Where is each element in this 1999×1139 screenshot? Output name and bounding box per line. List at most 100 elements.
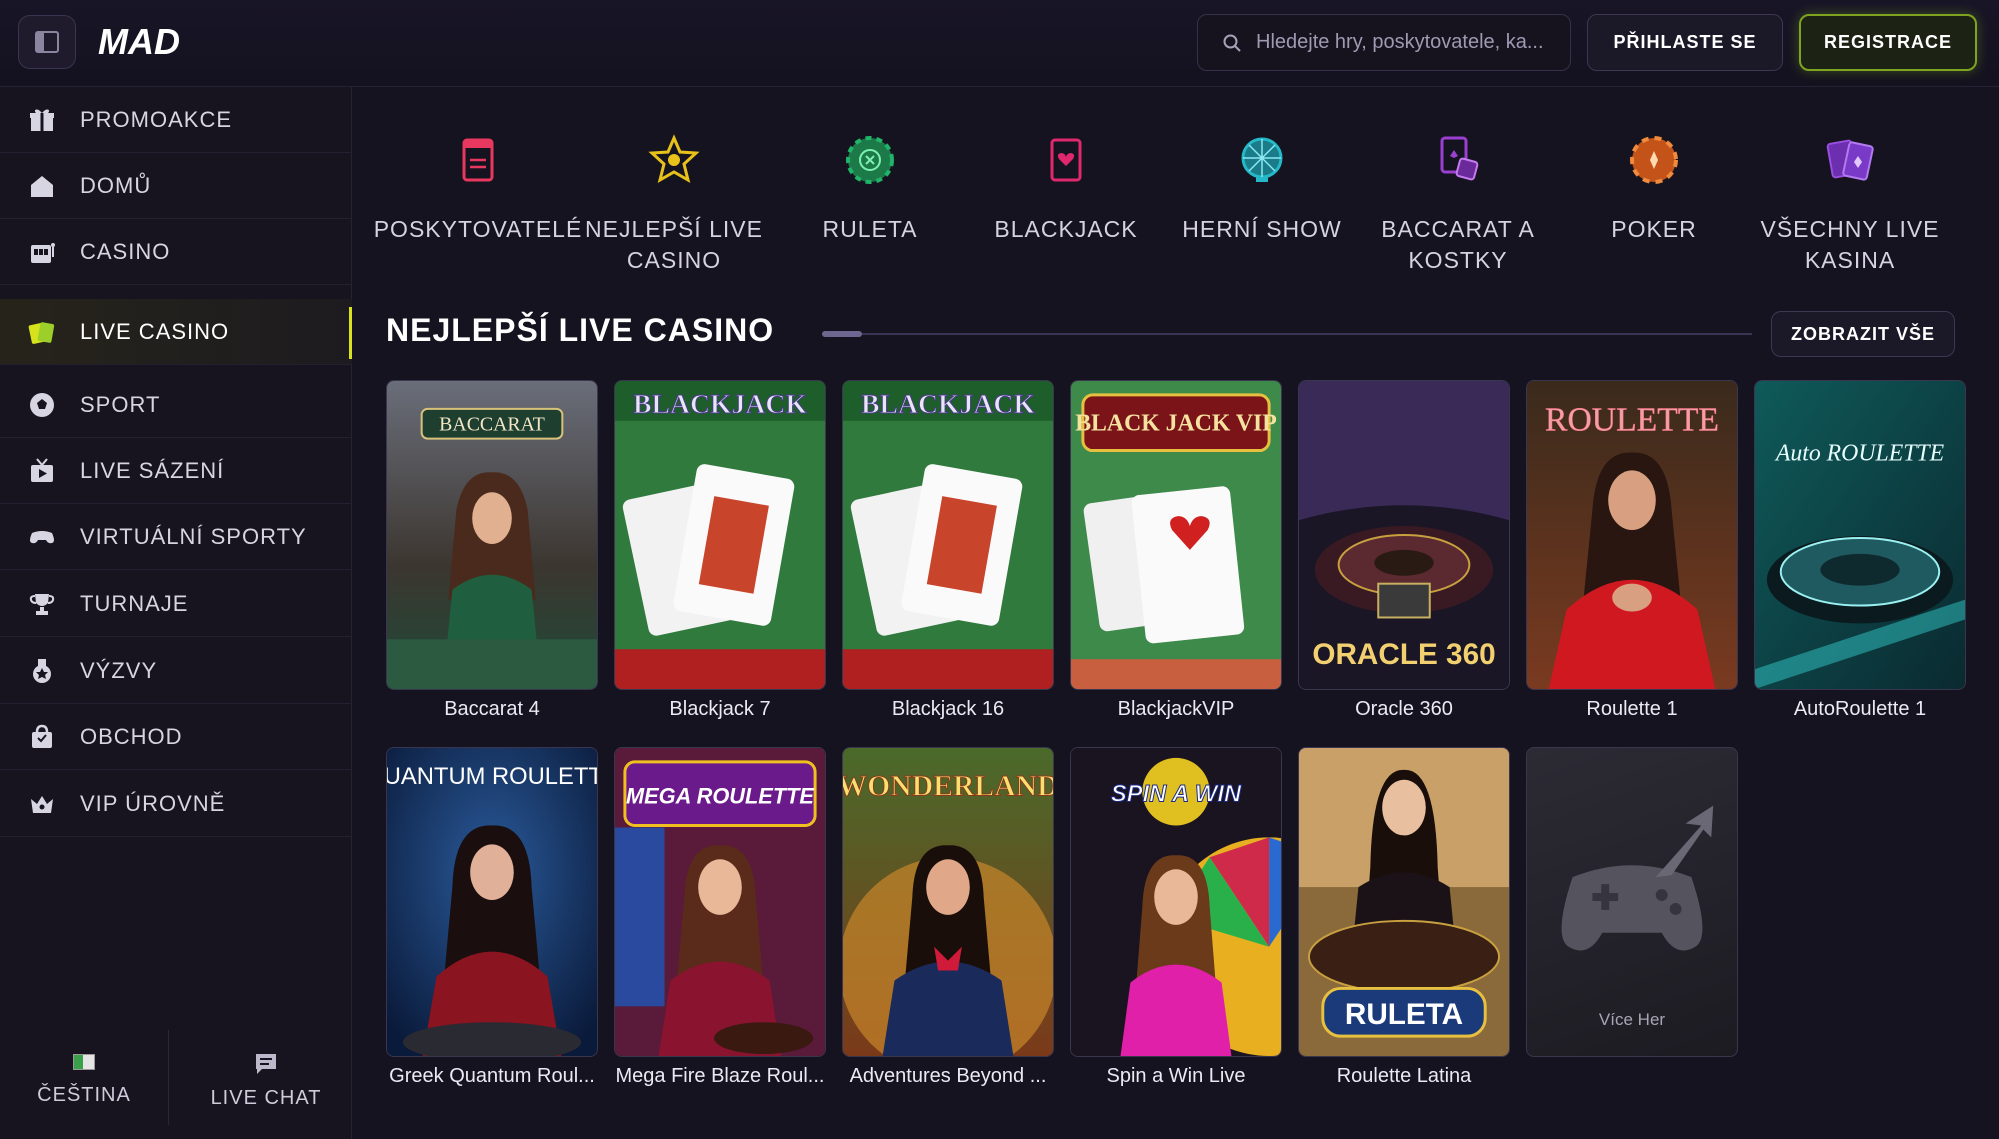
category-herni-show[interactable]: HERNÍ SHOW: [1164, 120, 1360, 290]
svg-text:Auto ROULETTE: Auto ROULETTE: [1774, 440, 1945, 466]
game-thumbnail[interactable]: ROULETTE: [1526, 380, 1738, 690]
game-card-adventures-beyond-wonderland[interactable]: WONDERLAND Adventures Beyond ...: [842, 747, 1054, 1088]
game-thumbnail[interactable]: BLACK JACK VIP: [1070, 380, 1282, 690]
sidebar-panel-icon: [35, 31, 59, 53]
mad-logo[interactable]: MAD: [96, 22, 226, 62]
sidebar-item-label: VIRTUÁLNÍ SPORTY: [80, 523, 307, 549]
register-button[interactable]: REGISTRACE: [1799, 14, 1977, 71]
sidebar-toggle-button[interactable]: [18, 15, 76, 69]
game-card-baccarat-4[interactable]: BACCARAT Baccarat 4: [386, 380, 598, 721]
sidebar-item-sport[interactable]: SPORT: [0, 372, 352, 438]
wheel-icon: [1232, 130, 1292, 190]
category-baccarat-a-kostky[interactable]: BACCARAT A KOSTKY: [1360, 120, 1556, 290]
sidebar-item-label: OBCHOD: [80, 723, 183, 749]
game-thumbnail[interactable]: MEGA ROULETTE: [614, 747, 826, 1057]
login-button[interactable]: PŘIHLASTE SE: [1587, 14, 1783, 71]
search-box[interactable]: [1197, 14, 1571, 71]
category-poker[interactable]: POKER: [1556, 120, 1752, 290]
book-icon: [448, 130, 508, 190]
game-thumbnail[interactable]: BLACKJACK: [842, 380, 1054, 690]
game-title: Roulette 1: [1586, 698, 1678, 720]
game-card-greek-quantum-roulette[interactable]: QUANTUM ROULETTE Greek Quantum Roul...: [386, 747, 598, 1088]
poker-chip-icon: [1624, 130, 1684, 190]
category-ruleta[interactable]: RULETA: [772, 120, 968, 290]
game-card-spin-a-win-live[interactable]: SPIN A WIN Spin a Win Live: [1070, 747, 1282, 1088]
svg-text:SPIN A WIN: SPIN A WIN: [1111, 781, 1242, 808]
game-thumbnail[interactable]: Auto ROULETTE: [1754, 380, 1966, 690]
game-title: AutoRoulette 1: [1793, 698, 1927, 720]
sidebar-item-label: LIVE CASINO: [80, 318, 230, 344]
game-card-blackjack-16[interactable]: BLACKJACK Blackjack 16: [842, 380, 1054, 721]
search-icon: [1223, 34, 1241, 52]
language-label: ČEŠTINA: [37, 1083, 131, 1106]
category-blackjack[interactable]: BLACKJACK: [968, 120, 1164, 290]
star-badge-icon: [644, 130, 704, 190]
sidebar-item-live-casino[interactable]: LIVE CASINO: [0, 299, 352, 365]
sidebar-item-vip-urovne[interactable]: VIP ÚROVNĚ: [0, 771, 352, 837]
view-all-button[interactable]: ZOBRAZIT VŠE: [1771, 311, 1955, 357]
search-input[interactable]: [1256, 31, 1566, 54]
svg-text:QUANTUM ROULETTE: QUANTUM ROULETTE: [387, 763, 597, 790]
game-thumbnail[interactable]: QUANTUM ROULETTE: [386, 747, 598, 1057]
sidebar-item-virtualni-sporty[interactable]: VIRTUÁLNÍ SPORTY: [0, 504, 352, 570]
game-thumbnail[interactable]: ORACLE 360: [1298, 380, 1510, 690]
category-nejlepsi-live-casino[interactable]: NEJLEPŠÍ LIVE CASINO: [576, 120, 772, 290]
game-card-mega-fire-blaze-roulette[interactable]: MEGA ROULETTE Mega Fire Blaze Roul...: [614, 747, 826, 1088]
category-vsechny-live-kasina[interactable]: VŠECHNY LIVE KASINA: [1752, 120, 1948, 290]
game-thumbnail[interactable]: SPIN A WIN: [1070, 747, 1282, 1057]
chat-bubble-icon: [256, 1053, 276, 1074]
svg-text:BLACKJACK: BLACKJACK: [633, 389, 807, 420]
svg-text:RULETA: RULETA: [1345, 998, 1463, 1031]
svg-text:WONDERLAND: WONDERLAND: [843, 770, 1053, 803]
svg-text:BLACK JACK VIP: BLACK JACK VIP: [1075, 411, 1277, 437]
game-thumbnail[interactable]: BLACKJACK: [614, 380, 826, 690]
sidebar-item-label: DOMŮ: [80, 172, 152, 198]
more-games-card[interactable]: Více Her: [1526, 747, 1738, 1057]
category-poskytovatele[interactable]: POSKYTOVATELÉ: [374, 120, 581, 290]
game-card-roulette-latina[interactable]: RULETA Roulette Latina: [1298, 747, 1510, 1088]
sidebar-item-turnaje[interactable]: TURNAJE: [0, 571, 352, 637]
more-games-tile[interactable]: Více Her: [1526, 747, 1738, 1057]
roulette-chip-icon: [840, 130, 900, 190]
svg-text:MEGA ROULETTE: MEGA ROULETTE: [626, 784, 815, 809]
sidebar-item-live-sazeni[interactable]: LIVE SÁZENÍ: [0, 438, 352, 504]
sidebar-item-vyzvy[interactable]: VÝZVY: [0, 638, 352, 704]
section-divider: [822, 331, 1752, 337]
crown-icon: [26, 788, 58, 820]
sidebar-item-domu[interactable]: DOMŮ: [0, 153, 352, 219]
game-card-blackjack-vip[interactable]: BLACK JACK VIP BlackjackVIP: [1070, 380, 1282, 721]
game-title: Roulette Latina: [1336, 1065, 1472, 1087]
game-title: Baccarat 4: [444, 698, 540, 720]
sidebar-item-label: VÝZVY: [80, 657, 158, 683]
game-card-blackjack-7[interactable]: BLACKJACK Blackjack 7: [614, 380, 826, 721]
svg-text:MAD: MAD: [98, 22, 180, 62]
gift-icon: [26, 104, 58, 136]
game-thumbnail[interactable]: WONDERLAND: [842, 747, 1054, 1057]
footer-divider: [168, 1030, 169, 1125]
live-chat-button[interactable]: LIVE CHAT: [180, 1030, 352, 1130]
game-card-autoroulette-1[interactable]: Auto ROULETTE AutoRoulette 1: [1754, 380, 1966, 721]
game-title: Greek Quantum Roul...: [389, 1065, 595, 1087]
sidebar-item-label: TURNAJE: [80, 590, 189, 616]
czech-flag-icon: [73, 1053, 95, 1070]
category-label: RULETA: [822, 216, 918, 242]
category-label: VŠECHNY LIVE KASINA: [1760, 216, 1940, 273]
all-cards-icon: [1820, 130, 1880, 190]
game-thumbnail[interactable]: BACCARAT: [386, 380, 598, 690]
gamepad-icon: [26, 521, 58, 553]
game-title: Blackjack 16: [891, 698, 1005, 720]
sidebar: PROMOAKCE DOMŮ CASINO LIVE CASINO SPORT …: [0, 87, 352, 1139]
game-card-roulette-1[interactable]: ROULETTE Roulette 1: [1526, 380, 1738, 721]
game-title: Adventures Beyond ...: [849, 1065, 1047, 1087]
game-card-oracle-360[interactable]: ORACLE 360 Oracle 360: [1298, 380, 1510, 721]
category-label: NEJLEPŠÍ LIVE CASINO: [585, 216, 763, 273]
trophy-icon: [26, 588, 58, 620]
game-title: BlackjackVIP: [1117, 698, 1235, 720]
sidebar-item-casino[interactable]: CASINO: [0, 219, 352, 285]
game-thumbnail[interactable]: RULETA: [1298, 747, 1510, 1057]
slot-machine-icon: [26, 236, 58, 268]
language-selector[interactable]: ČEŠTINA: [0, 1030, 168, 1130]
category-label: BACCARAT A KOSTKY: [1381, 216, 1535, 273]
sidebar-item-obchod[interactable]: OBCHOD: [0, 704, 352, 770]
sidebar-item-promoakce[interactable]: PROMOAKCE: [0, 87, 352, 153]
